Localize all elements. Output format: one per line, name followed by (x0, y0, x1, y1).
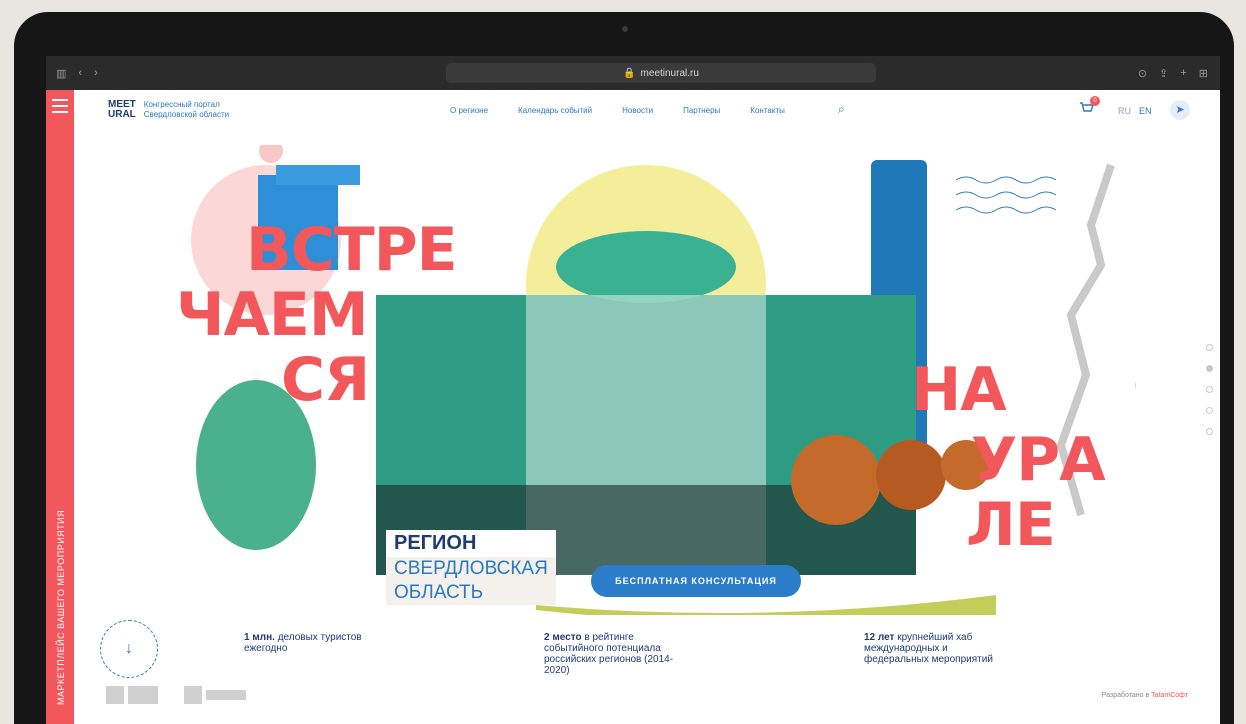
cart-badge: 0 (1090, 96, 1100, 106)
wave-line-3 (955, 206, 1057, 214)
hero-word-5: УРА (971, 425, 1106, 495)
slide-dot[interactable] (1206, 428, 1213, 435)
investment-agency-logo[interactable] (184, 686, 246, 704)
hero-section: ВСТРЕ ЧАЕМ СЯ НА УРА ЛЕ (176, 145, 1136, 615)
nav-item-news[interactable]: Новости (622, 106, 653, 115)
partner-logos (106, 686, 246, 704)
hero-word-1: ВСТРЕ (246, 215, 458, 285)
new-tab-icon[interactable]: + (1180, 67, 1186, 80)
region-label: РЕГИОН СВЕРДЛОВСКАЯ ОБЛАСТЬ (386, 530, 556, 605)
site-logo[interactable]: MEET URAL Конгрессный портал Свердловско… (108, 100, 229, 120)
url-text: meetinural.ru (640, 67, 699, 79)
language-switcher: RU EN (1118, 106, 1152, 116)
share-icon[interactable]: ⇪ (1159, 67, 1168, 80)
stat-rating: 2 место в рейтинге событийного потенциал… (536, 626, 694, 676)
wave-line-2 (955, 191, 1057, 199)
lock-icon: 🔒 (623, 67, 636, 79)
free-consultation-button[interactable]: БЕСПЛАТНАЯ КОНСУЛЬТАЦИЯ (591, 565, 801, 597)
scroll-down-icon[interactable]: ↓ (100, 620, 158, 678)
nav-item-contacts[interactable]: Контакты (750, 106, 785, 115)
slide-dot[interactable] (1206, 386, 1213, 393)
address-bar[interactable]: 🔒 meetinural.ru (446, 63, 876, 83)
logo-mark: MEET URAL (108, 99, 136, 120)
camera-icon (622, 26, 628, 32)
sidebar-toggle-icon[interactable]: ▥ (56, 67, 66, 80)
hero-word-4: НА (911, 355, 1007, 425)
telegram-icon[interactable]: ➤ (1170, 100, 1190, 120)
lawn (536, 595, 996, 615)
download-icon[interactable]: ⊙ (1138, 67, 1147, 80)
search-icon[interactable]: ⌕ (838, 102, 845, 117)
tree-2 (876, 440, 946, 510)
region-line-2: ОБЛАСТЬ (386, 581, 556, 605)
hero-word-6: ЛЕ (966, 490, 1056, 560)
forward-icon[interactable]: › (94, 67, 98, 79)
wave-line-1 (955, 176, 1057, 184)
tree-1 (791, 435, 881, 525)
logo-subtitle: Конгрессный портал Свердловской области (143, 100, 230, 119)
tower-top-left (276, 165, 360, 185)
region-title: РЕГИОН (386, 530, 556, 557)
nav-item-partners[interactable]: Партнеры (683, 106, 720, 115)
nav-item-calendar[interactable]: Календарь событий (518, 106, 592, 115)
tabs-overview-icon[interactable]: ⊞ (1199, 67, 1208, 80)
stat-years: 12 лет крупнейший хаб международных и фе… (856, 626, 1014, 665)
site-header: MEET URAL Конгрессный портал Свердловско… (98, 96, 1220, 132)
nav-item-region[interactable]: О регионе (450, 106, 488, 115)
government-logo[interactable] (106, 686, 158, 704)
lang-ru[interactable]: RU (1118, 106, 1131, 116)
stats-row: ↓ 1 млн. деловых туристов ежегодно 2 мес… (46, 620, 1220, 680)
website-viewport: МАРКЕТПЛЕЙС ВАШЕГО МЕРОПРИЯТИЯ MEET URAL… (46, 90, 1220, 724)
slide-dots (1206, 344, 1213, 435)
hero-word-2: ЧАЕМ (176, 280, 369, 350)
developer-credit[interactable]: Разработано в TatamСофт (1102, 692, 1188, 699)
menu-icon[interactable] (52, 99, 68, 117)
slide-dot[interactable] (1206, 344, 1213, 351)
region-line-1: СВЕРДЛОВСКАЯ (386, 557, 556, 581)
stat-tourists: 1 млн. деловых туристов ежегодно (236, 626, 374, 654)
main-nav: О регионе Календарь событий Новости Парт… (450, 106, 785, 115)
cart-button[interactable]: 0 (1078, 96, 1100, 116)
house-dome (556, 231, 736, 303)
browser-toolbar: ▥ ‹ › 🔒 meetinural.ru ⊙ ⇪ + ⊞ (46, 56, 1220, 90)
lang-en[interactable]: EN (1139, 106, 1152, 116)
small-pink-circle (259, 145, 283, 163)
slide-dot[interactable] (1206, 407, 1213, 414)
slide-dot-active[interactable] (1206, 365, 1213, 372)
back-icon[interactable]: ‹ (78, 67, 82, 79)
hero-word-3: СЯ (281, 345, 370, 415)
